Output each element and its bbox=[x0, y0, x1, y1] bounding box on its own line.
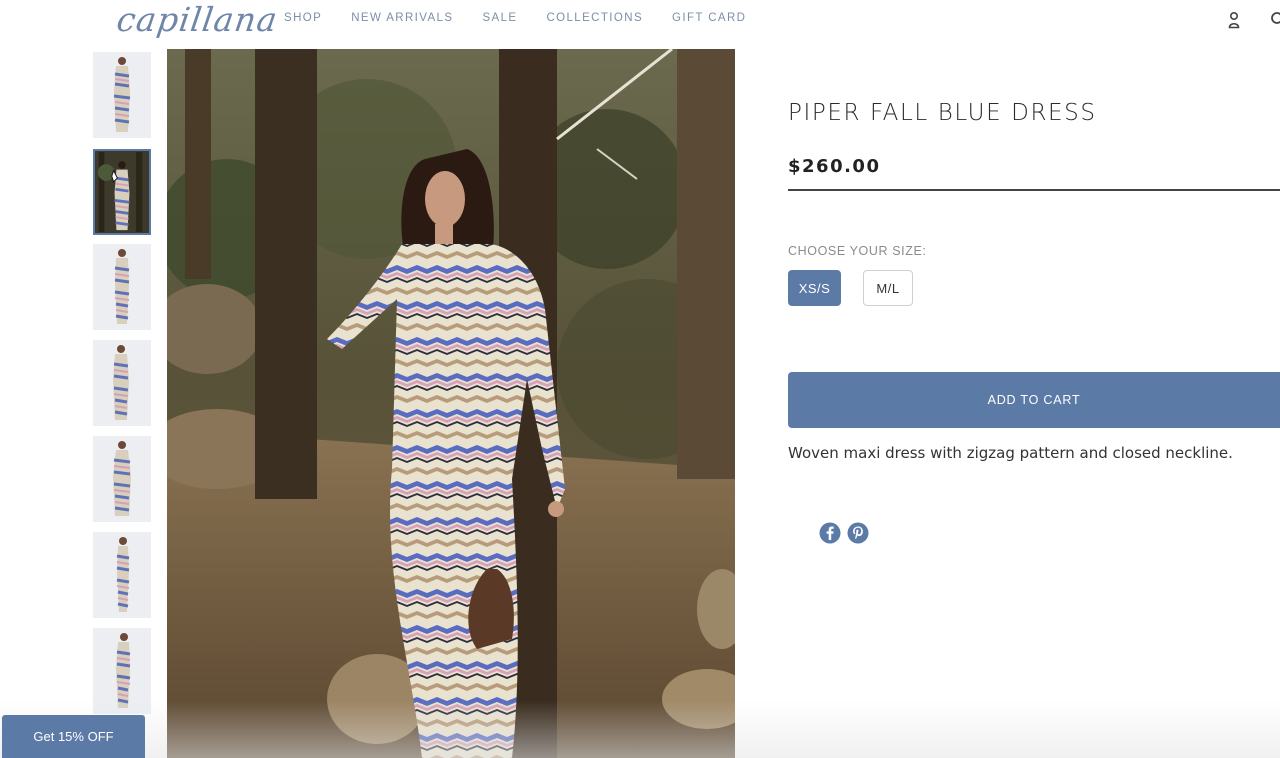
discount-popup-tab[interactable]: Get 15% OFF bbox=[2, 715, 145, 758]
thumbnail-5[interactable] bbox=[93, 436, 151, 522]
thumbnail-7[interactable] bbox=[93, 628, 151, 714]
main-nav: SHOP NEW ARRIVALS SALE COLLECTIONS GIFT … bbox=[284, 12, 775, 24]
thumbnail-1[interactable] bbox=[93, 52, 151, 138]
size-option-xs-s[interactable]: XS/S bbox=[788, 270, 841, 306]
nav-new-arrivals[interactable]: NEW ARRIVALS bbox=[351, 12, 453, 24]
facebook-icon[interactable] bbox=[819, 522, 841, 544]
pinterest-icon[interactable] bbox=[847, 522, 869, 544]
product-title: PIPER FALL BLUE DRESS bbox=[788, 100, 1097, 126]
thumbnail-6[interactable] bbox=[93, 532, 151, 618]
search-icon[interactable] bbox=[1268, 11, 1280, 27]
thumbnail-2[interactable] bbox=[93, 149, 151, 235]
main-product-image[interactable] bbox=[167, 49, 735, 758]
add-to-cart-button[interactable]: ADD TO CART bbox=[788, 372, 1280, 428]
site-header: capillana SHOP NEW ARRIVALS SALE COLLECT… bbox=[0, 0, 1280, 40]
thumbnail-4[interactable] bbox=[93, 340, 151, 426]
price-divider bbox=[788, 189, 1280, 191]
thumbnail-3[interactable] bbox=[93, 244, 151, 330]
product-price: $260.00 bbox=[788, 156, 881, 177]
nav-shop[interactable]: SHOP bbox=[284, 12, 322, 24]
size-option-m-l[interactable]: M/L bbox=[863, 270, 913, 306]
nav-collections[interactable]: COLLECTIONS bbox=[546, 12, 643, 24]
size-label: CHOOSE YOUR SIZE: bbox=[788, 244, 927, 258]
social-share bbox=[819, 522, 869, 544]
brand-logo[interactable]: capillana bbox=[114, 0, 280, 40]
product-description: Woven maxi dress with zigzag pattern and… bbox=[788, 444, 1233, 462]
nav-gift-card[interactable]: GIFT CARD bbox=[672, 12, 746, 24]
nav-sale[interactable]: SALE bbox=[482, 12, 517, 24]
user-icon[interactable] bbox=[1226, 11, 1242, 29]
